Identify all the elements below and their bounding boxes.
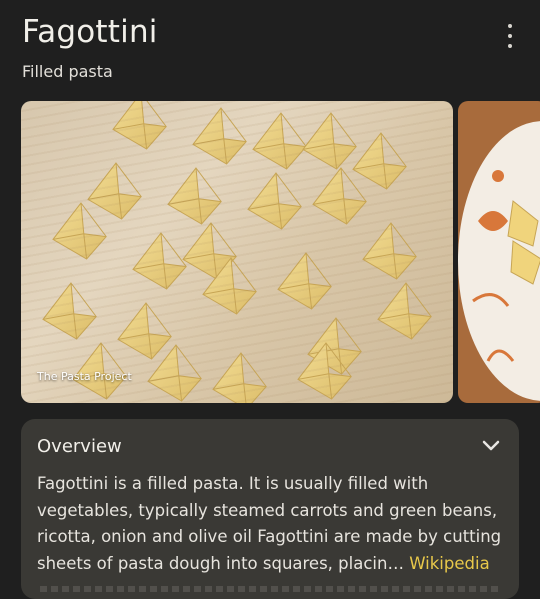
image-credit: The Pasta Project xyxy=(37,370,132,383)
overview-card: Overview Fagottini is a filled pasta. It… xyxy=(21,419,519,599)
page-title: Fagottini xyxy=(22,14,158,50)
chevron-down-icon[interactable] xyxy=(481,439,501,453)
overview-title: Overview xyxy=(37,436,122,457)
overview-text: Fagottini is a filled pasta. It is usual… xyxy=(37,471,507,577)
main-photo[interactable]: The Pasta Project xyxy=(21,101,453,403)
page-subtitle: Filled pasta xyxy=(22,62,113,81)
image-carousel[interactable]: The Pasta Project xyxy=(21,101,540,403)
wikipedia-link[interactable]: Wikipedia xyxy=(409,554,489,573)
next-card-edge xyxy=(40,586,500,592)
more-vert-icon[interactable] xyxy=(500,24,520,48)
second-photo[interactable] xyxy=(458,101,540,403)
